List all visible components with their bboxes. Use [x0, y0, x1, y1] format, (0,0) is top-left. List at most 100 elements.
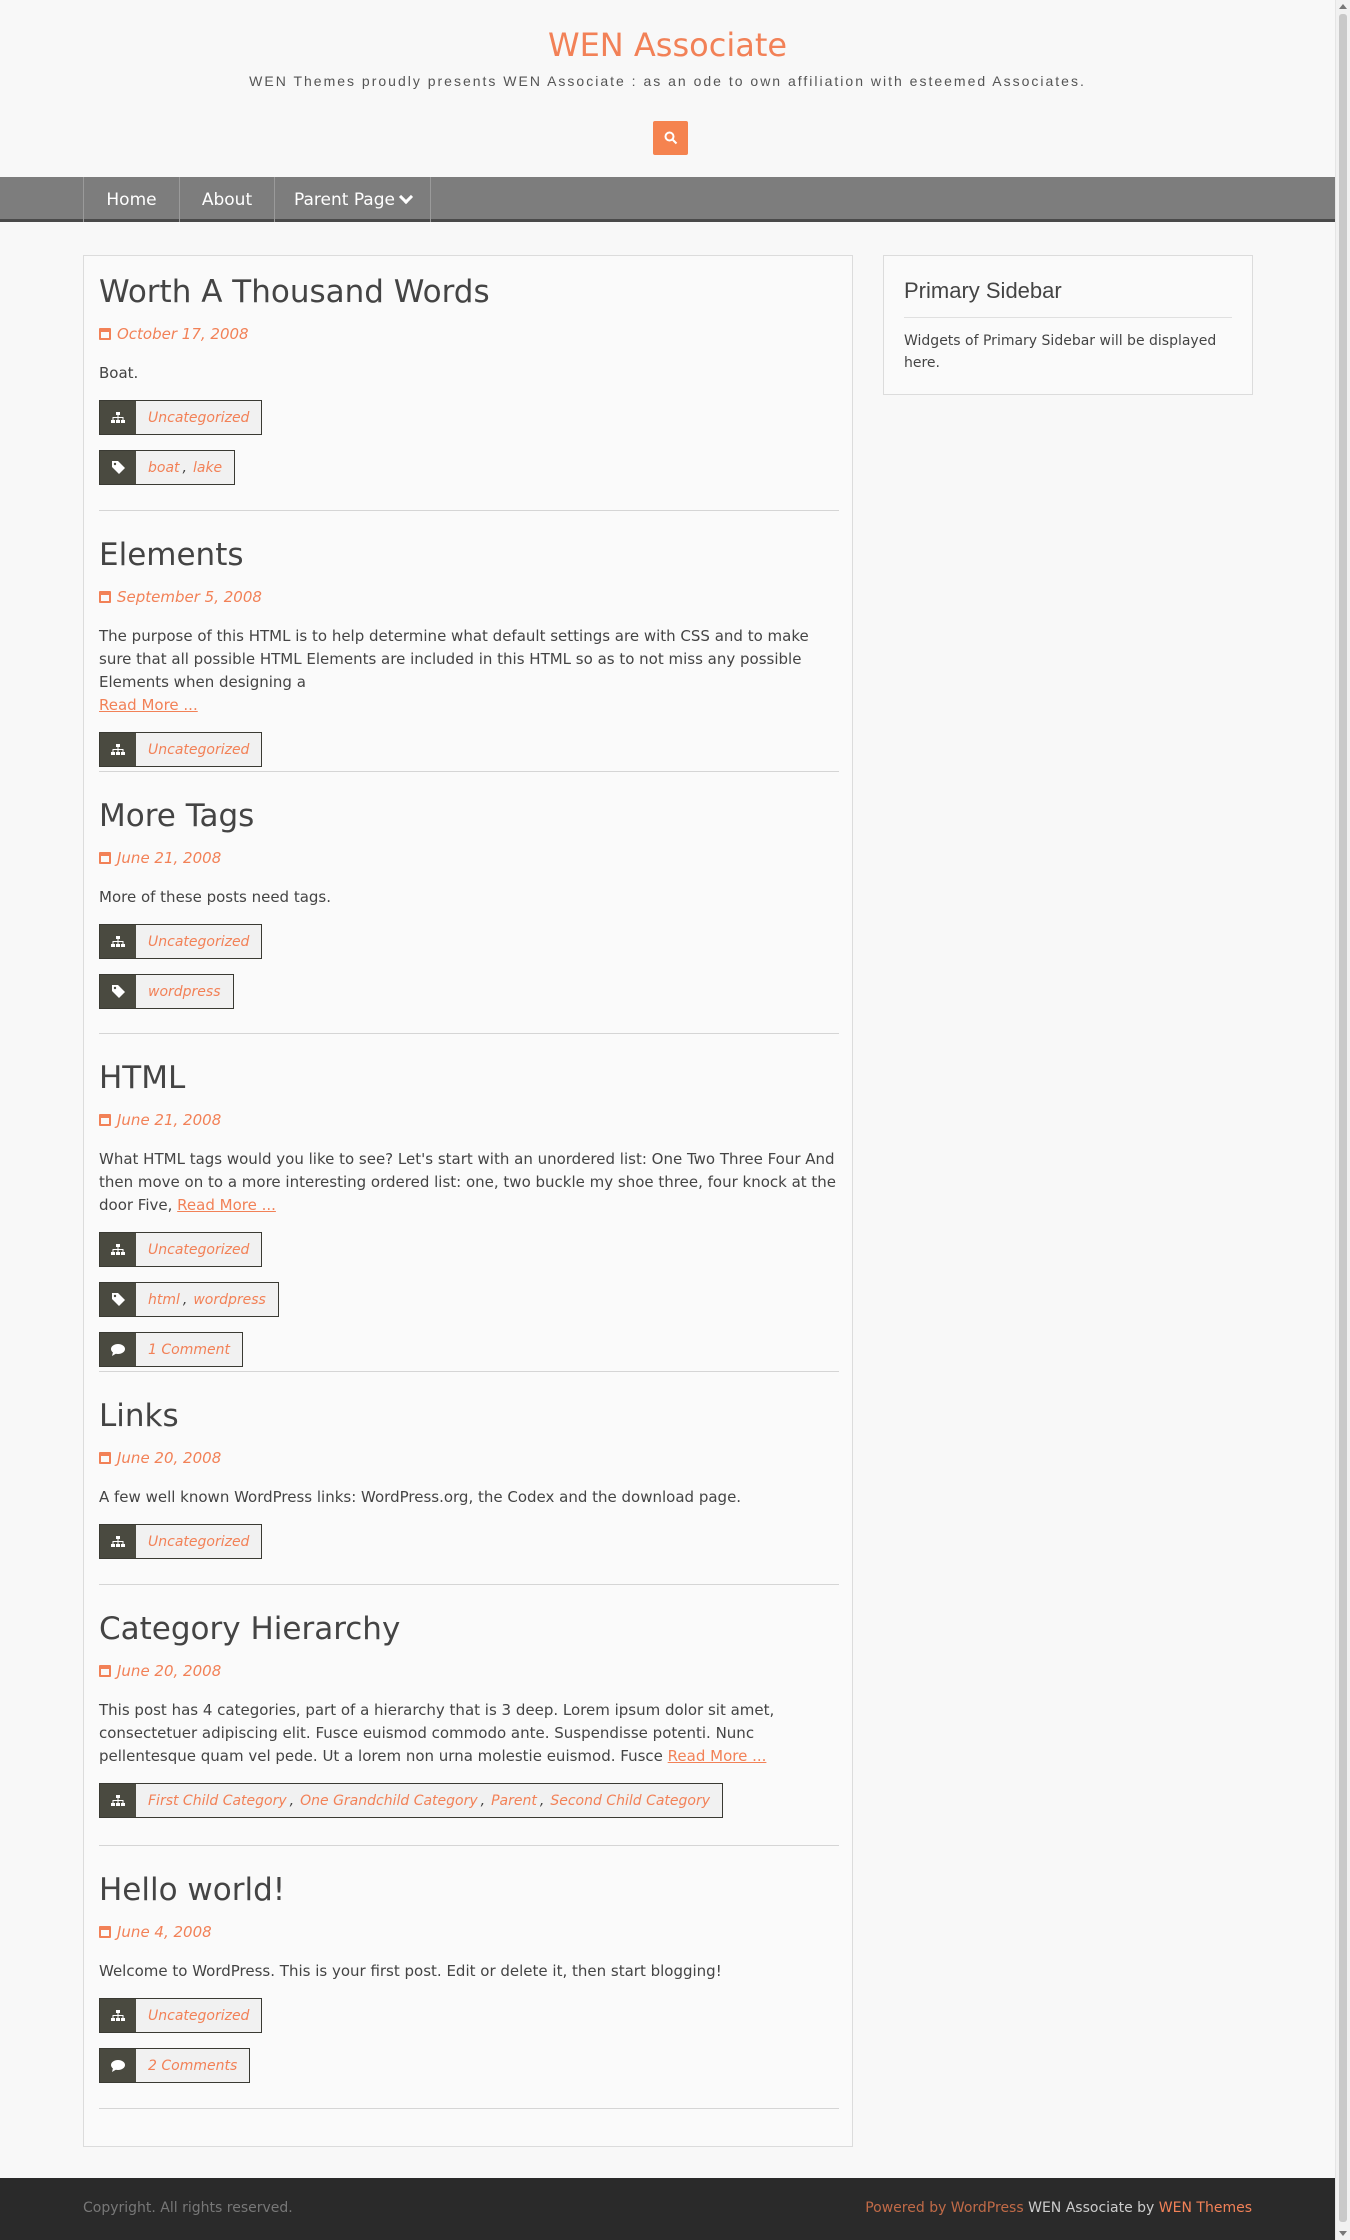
tag-icon: [100, 1283, 136, 1316]
category-link[interactable]: Uncategorized: [148, 1534, 249, 1550]
category-link[interactable]: First Child Category: [148, 1793, 287, 1809]
sitemap-icon: [100, 1233, 136, 1266]
post-comments: 2 Comments: [99, 2048, 251, 2083]
post-divider: [99, 771, 839, 772]
read-more-link[interactable]: Read More ...: [177, 1196, 276, 1214]
sitemap-icon: [100, 1999, 136, 2032]
comments-link[interactable]: 1 Comment: [148, 1342, 230, 1358]
post-date[interactable]: October 17, 2008: [99, 324, 838, 344]
post-divider: [99, 1845, 839, 1846]
post-date[interactable]: June 20, 2008: [99, 1448, 838, 1468]
post-date[interactable]: June 21, 2008: [99, 1110, 838, 1130]
post-categories: Uncategorized: [99, 1232, 263, 1267]
tag-link[interactable]: html: [148, 1292, 180, 1308]
post-excerpt: The purpose of this HTML is to help dete…: [99, 627, 809, 714]
widget-title: Primary Sidebar: [904, 278, 1062, 303]
post-title[interactable]: More Tags: [99, 797, 838, 835]
post-categories: First Child Category, One Grandchild Cat…: [99, 1783, 724, 1818]
post-divider: [99, 510, 839, 511]
post-title[interactable]: HTML: [99, 1059, 838, 1097]
calendar-icon: [99, 1665, 111, 1677]
category-link[interactable]: Uncategorized: [148, 2008, 249, 2024]
post-excerpt: Welcome to WordPress. This is your first…: [99, 1962, 722, 1980]
post-date-text: June 21, 2008: [117, 1111, 222, 1129]
copyright-text: Copyright. All rights reserved.: [83, 2200, 293, 2216]
category-link[interactable]: Uncategorized: [148, 1242, 249, 1258]
sitemap-icon: [100, 1525, 136, 1558]
post-title[interactable]: Category Hierarchy: [99, 1610, 838, 1648]
post-comments: 1 Comment: [99, 1332, 243, 1367]
post-date[interactable]: September 5, 2008: [99, 587, 838, 607]
post: Hello world! June 4, 2008 Welcome to Wor…: [99, 1871, 838, 2083]
category-link[interactable]: One Grandchild Category: [300, 1793, 478, 1809]
main-content: Worth A Thousand Words October 17, 2008 …: [83, 255, 853, 2147]
tag-link[interactable]: boat: [148, 460, 180, 476]
sitemap-icon: [100, 925, 136, 958]
post-date[interactable]: June 21, 2008: [99, 848, 838, 868]
comments-link[interactable]: 2 Comments: [148, 2058, 237, 2074]
vertical-scrollbar[interactable]: [1335, 0, 1350, 2240]
tag-link[interactable]: lake: [193, 460, 222, 476]
post: Links June 20, 2008 A few well known Wor…: [99, 1397, 838, 1559]
comment-icon: [100, 2049, 136, 2082]
post-categories: Uncategorized: [99, 400, 263, 435]
nav-item-parent-page[interactable]: Parent Page: [274, 177, 431, 222]
calendar-icon: [99, 1926, 111, 1938]
category-link[interactable]: Uncategorized: [148, 934, 249, 950]
post-tags: html, wordpress: [99, 1282, 279, 1317]
post-date[interactable]: June 4, 2008: [99, 1922, 838, 1942]
post-categories: Uncategorized: [99, 924, 263, 959]
post-divider: [99, 2108, 839, 2109]
primary-sidebar: Primary Sidebar Widgets of Primary Sideb…: [883, 255, 1253, 395]
post-divider: [99, 1371, 839, 1372]
tag-link[interactable]: wordpress: [193, 1292, 266, 1308]
tag-icon: [100, 451, 136, 484]
post-date-text: September 5, 2008: [117, 588, 262, 606]
calendar-icon: [99, 591, 111, 603]
post-excerpt: This post has 4 categories, part of a hi…: [99, 1701, 775, 1765]
theme-name: WEN Associate by: [1028, 2200, 1155, 2216]
category-link[interactable]: Uncategorized: [148, 742, 249, 758]
calendar-icon: [99, 1452, 111, 1464]
read-more-link[interactable]: Read More ...: [99, 696, 198, 714]
post-title[interactable]: Links: [99, 1397, 838, 1435]
post-divider: [99, 1584, 839, 1585]
tag-link[interactable]: wordpress: [148, 984, 221, 1000]
sitemap-icon: [100, 1784, 136, 1817]
powered-by-link[interactable]: Powered by WordPress: [865, 2200, 1023, 2216]
calendar-icon: [99, 328, 111, 340]
scrollbar-thumb[interactable]: [1339, 14, 1347, 2222]
scroll-up-arrow-icon[interactable]: [1339, 4, 1347, 9]
nav-item-home[interactable]: Home: [83, 177, 179, 222]
site-title[interactable]: WEN Associate: [0, 26, 1335, 64]
nav-item-about[interactable]: About: [179, 177, 274, 222]
post-excerpt: A few well known WordPress links: WordPr…: [99, 1488, 742, 1506]
nav-item-label: About: [201, 189, 253, 210]
site-footer: Copyright. All rights reserved. Powered …: [0, 2178, 1335, 2240]
sitemap-icon: [100, 401, 136, 434]
post-date-text: June 20, 2008: [117, 1449, 222, 1467]
category-link[interactable]: Parent: [491, 1793, 537, 1809]
post-categories: Uncategorized: [99, 732, 263, 767]
post-categories: Uncategorized: [99, 1524, 263, 1559]
post: Category Hierarchy June 20, 2008 This po…: [99, 1610, 838, 1818]
chevron-down-icon: [398, 189, 414, 204]
post-title[interactable]: Elements: [99, 536, 838, 574]
post-title[interactable]: Worth A Thousand Words: [99, 273, 838, 311]
post-excerpt: What HTML tags would you like to see? Le…: [99, 1150, 837, 1214]
scroll-down-arrow-icon[interactable]: [1339, 2231, 1347, 2236]
post-date[interactable]: June 20, 2008: [99, 1661, 838, 1681]
nav-item-label: Home: [106, 189, 157, 210]
post: Worth A Thousand Words October 17, 2008 …: [99, 273, 838, 485]
search-button[interactable]: [653, 121, 688, 155]
theme-author-link[interactable]: WEN Themes: [1159, 2200, 1252, 2216]
category-link[interactable]: Second Child Category: [550, 1793, 710, 1809]
widget-divider: [904, 317, 1232, 318]
post-categories: Uncategorized: [99, 1998, 263, 2033]
post-title[interactable]: Hello world!: [99, 1871, 838, 1909]
post-divider: [99, 1033, 839, 1034]
main-navigation: Home About Parent Page: [0, 177, 1335, 222]
read-more-link[interactable]: Read More ...: [668, 1747, 767, 1765]
category-link[interactable]: Uncategorized: [148, 410, 249, 426]
tag-icon: [100, 975, 136, 1008]
